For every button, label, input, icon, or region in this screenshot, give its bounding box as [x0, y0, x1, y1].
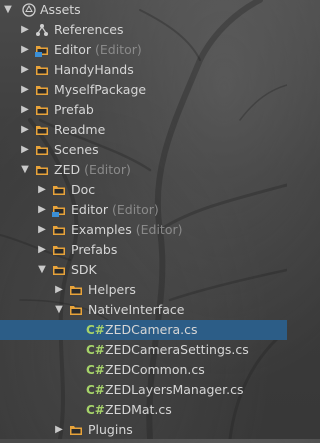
csharp-badge: C#: [86, 403, 105, 417]
folder-icon: [35, 83, 49, 97]
csharp-file-icon: C#: [86, 343, 105, 357]
tree-item-label: Editor: [71, 202, 108, 217]
folder-icon: [69, 283, 83, 297]
collapse-arrow-icon[interactable]: ▼: [36, 260, 48, 280]
expand-arrow-icon[interactable]: ▶: [19, 60, 31, 80]
collapse-arrow-icon[interactable]: ▼: [19, 160, 31, 180]
tree-item[interactable]: ▼ SDK: [0, 260, 287, 280]
tree-item-label-wrap: Examples (Editor): [71, 220, 183, 240]
tree-item-label: ZEDCameraSettings.cs: [105, 342, 249, 357]
tree-item-label: MyselfPackage: [54, 82, 147, 97]
tree-item[interactable]: ▶ Plugins: [0, 420, 287, 440]
expand-arrow-icon[interactable]: ▶: [19, 40, 31, 60]
tree-item[interactable]: ▶ Prefabs: [0, 240, 287, 260]
csharp-file-icon: C#: [86, 363, 105, 377]
editor-folder-icon: [35, 43, 49, 57]
tree-item[interactable]: ▶ Doc: [0, 180, 287, 200]
folder-icon: [69, 423, 83, 437]
tree-item-label: NativeInterface: [88, 302, 185, 317]
tree-item-label-wrap: ZED (Editor): [54, 160, 131, 180]
unity-logo-icon: [22, 3, 36, 17]
tree-item[interactable]: ▶ Editor (Editor): [0, 40, 287, 60]
tree-item-suffix: (Editor): [84, 162, 131, 177]
csharp-badge: C#: [86, 363, 105, 377]
tree-item-label: Doc: [71, 182, 96, 197]
expand-arrow-icon[interactable]: ▶: [19, 20, 31, 40]
tree-item-label: Readme: [54, 122, 106, 137]
folder-icon: [35, 143, 49, 157]
tree-item-label: Prefab: [54, 102, 94, 117]
csharp-file-icon: C#: [86, 323, 105, 337]
tree-item[interactable]: ▶ Helpers: [0, 280, 287, 300]
expand-arrow-icon[interactable]: ▶: [53, 420, 65, 440]
tree-item-label: HandyHands: [54, 62, 134, 77]
folder-icon: [52, 183, 66, 197]
tree-item[interactable]: ▶ Prefab: [0, 100, 287, 120]
folder-icon: [35, 163, 49, 177]
tree-item[interactable]: C# ZEDCamera.cs: [0, 320, 287, 340]
expand-arrow-icon[interactable]: ▶: [36, 220, 48, 240]
folder-icon: [35, 103, 49, 117]
tree-item-label: References: [54, 22, 124, 37]
folder-icon: [69, 303, 83, 317]
tree-item-label-wrap: Editor (Editor): [54, 40, 142, 60]
expand-arrow-icon[interactable]: ▶: [36, 240, 48, 260]
tree-item-label: Scenes: [54, 142, 99, 157]
project-tree: ▼ Assets ▶ References ▶ Editor (Editor) ▶ Hand…: [0, 0, 287, 440]
tree-item-label: Plugins: [88, 422, 133, 437]
folder-icon: [52, 263, 66, 277]
tree-item[interactable]: ▶ Editor (Editor): [0, 200, 287, 220]
csharp-file-icon: C#: [86, 383, 105, 397]
tree-item-label: ZED: [54, 162, 81, 177]
tree-item-label: Prefabs: [71, 242, 118, 257]
references-icon: [35, 23, 49, 37]
expand-arrow-icon[interactable]: ▶: [36, 180, 48, 200]
tree-item-label: ZEDMat.cs: [105, 402, 172, 417]
tree-item-label: Examples: [71, 222, 132, 237]
expand-arrow-icon[interactable]: ▶: [53, 280, 65, 300]
tree-item-suffix: (Editor): [135, 222, 183, 237]
tree-item-label-wrap: Editor (Editor): [71, 200, 159, 220]
folder-icon: [35, 123, 49, 137]
tree-item[interactable]: ▶ Readme: [0, 120, 287, 140]
tree-item-label: ZEDCamera.cs: [105, 322, 198, 337]
tree-item[interactable]: C# ZEDLayersManager.cs: [0, 380, 287, 400]
tree-item[interactable]: C# ZEDCommon.cs: [0, 360, 287, 380]
csharp-badge: C#: [86, 383, 105, 397]
folder-icon: [52, 243, 66, 257]
expand-arrow-icon[interactable]: ▶: [19, 140, 31, 160]
expand-arrow-icon[interactable]: ▶: [19, 80, 31, 100]
expand-arrow-icon[interactable]: ▶: [19, 120, 31, 140]
tree-item[interactable]: C# ZEDCameraSettings.cs: [0, 340, 287, 360]
tree-item-suffix: (Editor): [112, 202, 159, 217]
tree-item[interactable]: ▼ NativeInterface: [0, 300, 287, 320]
tree-item-label: ZEDLayersManager.cs: [105, 382, 244, 397]
csharp-badge: C#: [86, 323, 105, 337]
tree-item[interactable]: ▼ ZED (Editor): [0, 160, 287, 180]
csharp-file-icon: C#: [86, 403, 105, 417]
tree-item-label: Assets: [40, 2, 81, 17]
csharp-badge: C#: [86, 343, 105, 357]
tree-item-label: Editor: [54, 42, 91, 57]
folder-icon: [52, 223, 66, 237]
tree-item[interactable]: ▶ Scenes: [0, 140, 287, 160]
collapse-arrow-icon[interactable]: ▼: [53, 300, 65, 320]
folder-icon: [35, 63, 49, 77]
expand-arrow-icon[interactable]: ▶: [19, 100, 31, 120]
tree-item[interactable]: C# ZEDMat.cs: [0, 400, 287, 420]
tree-item-label: Helpers: [88, 282, 136, 297]
tree-item-label: ZEDCommon.cs: [105, 362, 205, 377]
tree-item[interactable]: ▶ MyselfPackage: [0, 80, 287, 100]
collapse-arrow-icon[interactable]: ▼: [2, 0, 14, 20]
tree-item[interactable]: ▶ References: [0, 20, 287, 40]
tree-item[interactable]: ▶ Examples (Editor): [0, 220, 287, 240]
tree-item-label: SDK: [71, 262, 97, 277]
tree-item-suffix: (Editor): [95, 42, 142, 57]
editor-folder-icon: [52, 203, 66, 217]
tree-item-assets[interactable]: ▼ Assets: [0, 0, 287, 20]
expand-arrow-icon[interactable]: ▶: [36, 200, 48, 220]
tree-item[interactable]: ▶ HandyHands: [0, 60, 287, 80]
